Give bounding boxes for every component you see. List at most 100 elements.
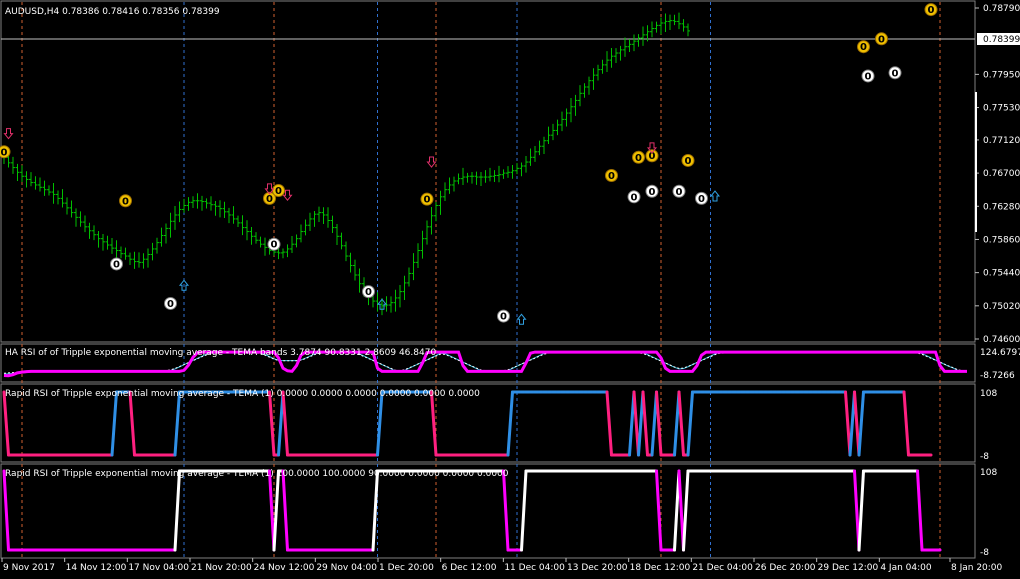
yellow-signal-marker: 0 — [681, 153, 695, 167]
svg-text:0: 0 — [635, 153, 642, 164]
price-bar — [447, 177, 452, 194]
time-tick-label: 13 Dec 20:00 — [567, 563, 628, 573]
panel3-min-label: -8 — [980, 548, 989, 558]
svg-text:0: 0 — [122, 196, 129, 207]
price-bar — [501, 169, 506, 179]
price-bar — [524, 156, 528, 173]
white-signal-marker: 0 — [861, 69, 875, 83]
price-bar — [578, 85, 582, 107]
yellow-signal-marker: 0 — [875, 32, 888, 46]
price-bar — [24, 171, 29, 188]
price-bar — [168, 212, 173, 238]
price-bar — [461, 167, 465, 186]
price-bar — [317, 206, 321, 223]
panel3-segment — [272, 469, 280, 552]
price-bar — [600, 59, 605, 74]
price-bar — [101, 234, 105, 251]
price-bar — [83, 215, 87, 233]
price-bar — [542, 136, 546, 155]
price-bar — [668, 14, 672, 31]
price-bar — [533, 146, 537, 162]
time-tick-label: 26 Dec 20:00 — [755, 563, 816, 573]
svg-text:0: 0 — [865, 71, 872, 82]
price-bar — [285, 244, 290, 258]
price-bar — [416, 243, 420, 269]
price-bar — [425, 220, 429, 245]
price-bar — [213, 200, 218, 216]
price-bar — [650, 21, 654, 38]
white-signal-marker: 0 — [672, 184, 686, 198]
panel1-title: HA RSI of of Tripple exponential moving … — [5, 348, 436, 358]
price-bar — [560, 111, 564, 132]
time-tick-label: 24 Nov 12:00 — [254, 563, 315, 573]
price-bar — [240, 215, 245, 236]
white-signal-marker: 0 — [164, 296, 177, 310]
price-bar — [74, 208, 78, 227]
price-bar — [209, 196, 213, 211]
price-bar — [681, 19, 686, 32]
price-bar — [150, 242, 155, 261]
panel3-segment — [520, 469, 528, 552]
price-bar — [92, 225, 96, 241]
price-bar — [663, 13, 668, 33]
time-tick-label: 21 Nov 20:00 — [191, 563, 252, 573]
price-bar — [605, 51, 609, 72]
price-bar — [173, 205, 177, 230]
price-bar — [407, 267, 411, 287]
panel3-segment — [173, 469, 181, 552]
scroll-indicator[interactable] — [975, 92, 977, 232]
price-bar — [623, 37, 627, 57]
panel2-segment — [641, 390, 649, 457]
time-tick-label: 11 Dec 04:00 — [504, 563, 565, 573]
panel2-segment — [110, 390, 118, 457]
svg-text:0: 0 — [685, 156, 692, 167]
time-tick-label: 29 Nov 04:00 — [316, 563, 377, 573]
price-bar — [411, 253, 416, 281]
price-bar — [65, 197, 69, 215]
price-bar — [506, 166, 510, 178]
price-tick-label: 0.77530 — [983, 104, 1020, 114]
price-bar — [159, 227, 164, 247]
time-tick-label: 8 Jan 20:00 — [951, 563, 1003, 573]
panel3-segment — [916, 469, 924, 552]
svg-text:0: 0 — [271, 240, 278, 251]
svg-text:0: 0 — [892, 68, 899, 79]
price-bar — [555, 119, 560, 136]
price-bar — [51, 182, 56, 204]
yellow-signal-marker: 0 — [0, 145, 11, 158]
price-tick-label: 0.74600 — [983, 335, 1020, 345]
trading-chart[interactable]: 00 00000 0 00000000000 000 0 0.787900.779500.… — [0, 0, 1020, 579]
price-bar — [303, 219, 308, 236]
price-bar — [474, 171, 479, 185]
price-tick-label: 0.77120 — [983, 136, 1020, 146]
price-bar — [105, 235, 110, 250]
panel2-segment — [686, 390, 694, 457]
svg-text:0: 0 — [113, 259, 120, 270]
price-bar — [137, 252, 141, 268]
price-bar — [294, 234, 299, 248]
white-signal-marker: 0 — [497, 309, 510, 323]
price-bar — [191, 196, 195, 208]
price-bar — [443, 182, 447, 201]
panel3-segment — [2, 469, 10, 552]
price-bar — [312, 210, 317, 227]
panel2-segment — [655, 390, 663, 457]
yellow-signal-marker: 0 — [605, 168, 618, 182]
price-bar — [123, 247, 128, 260]
price-bar — [330, 215, 335, 234]
price-tick-label: 0.75440 — [983, 269, 1020, 279]
panel2-max-label: 108 — [980, 389, 997, 399]
price-bar — [632, 34, 636, 52]
yellow-signal-marker: 0 — [924, 3, 938, 17]
panel2-segment — [281, 390, 289, 457]
price-bar — [636, 34, 641, 47]
symbol-info: AUDUSD,H4 0.78386 0.78416 0.78356 0.7839… — [5, 7, 220, 17]
price-bar — [465, 172, 470, 183]
price-bar — [677, 12, 681, 30]
price-bar — [177, 201, 182, 223]
price-bar — [258, 236, 263, 248]
price-bar — [218, 200, 222, 218]
panel2-segment — [376, 390, 384, 457]
price-bar — [56, 190, 60, 205]
panel2-lines — [2, 390, 933, 457]
